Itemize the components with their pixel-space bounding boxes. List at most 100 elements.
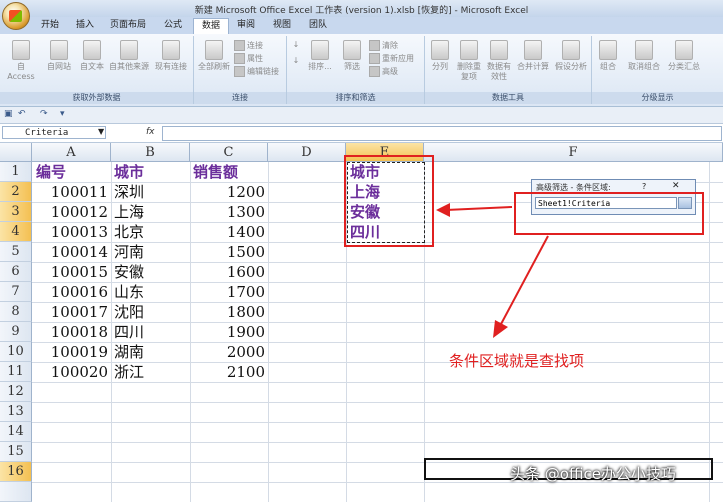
subtotal-button[interactable]: 分类汇总 [666, 40, 702, 72]
tab-data[interactable]: 数据 [193, 18, 229, 34]
select-all-corner[interactable] [0, 143, 32, 162]
row-header[interactable]: 2 [0, 182, 32, 202]
data-validation-button[interactable]: 数据有效性 [485, 40, 513, 82]
insert-function-icon[interactable]: fx [146, 127, 155, 137]
table-cell[interactable]: 1800 [193, 302, 265, 322]
from-web-button[interactable]: 自网站 [42, 40, 76, 72]
row-header[interactable]: 1 [0, 162, 32, 182]
advanced-filter-button[interactable]: 高级 [369, 66, 398, 77]
from-text-button[interactable]: 自文本 [76, 40, 108, 72]
row-header[interactable]: 3 [0, 202, 32, 222]
reapply-button[interactable]: 重新应用 [369, 53, 414, 64]
header-cell-id[interactable]: 编号 [36, 162, 108, 182]
tab-home[interactable]: 开始 [33, 18, 67, 33]
column-header-d[interactable]: D [268, 143, 346, 162]
undo-icon[interactable]: ↶ [18, 109, 26, 119]
ungroup-button[interactable]: 取消组合 [624, 40, 664, 72]
table-cell[interactable]: 100018 [36, 322, 108, 342]
table-cell[interactable]: 浙江 [114, 362, 186, 382]
name-box-dropdown-icon[interactable]: ▼ [98, 127, 104, 136]
help-icon[interactable]: ? [642, 182, 646, 191]
row-header[interactable]: 16 [0, 462, 32, 482]
row-header[interactable]: 15 [0, 442, 32, 462]
table-cell[interactable]: 1500 [193, 242, 265, 262]
from-other-sources-button[interactable]: 自其他来源 [108, 40, 150, 72]
group-connections: 全部刷新 连接 属性 编辑链接 连接 [194, 36, 287, 104]
table-cell[interactable]: 河南 [114, 242, 186, 262]
table-cell[interactable]: 1600 [193, 262, 265, 282]
column-header-a[interactable]: A [32, 143, 111, 162]
row-header[interactable]: 12 [0, 382, 32, 402]
table-cell[interactable]: 100017 [36, 302, 108, 322]
refresh-all-button[interactable]: 全部刷新 [196, 40, 232, 72]
redo-icon[interactable]: ↷ [40, 109, 48, 119]
existing-connections-button[interactable]: 现有连接 [152, 40, 190, 72]
table-cell[interactable]: 四川 [114, 322, 186, 342]
row-header[interactable]: 5 [0, 242, 32, 262]
filter-button[interactable]: 筛选 [339, 40, 365, 72]
row-header[interactable]: 10 [0, 342, 32, 362]
table-cell[interactable]: 北京 [114, 222, 186, 242]
tab-page-layout[interactable]: 页面布局 [103, 18, 153, 33]
close-icon[interactable]: ✕ [672, 181, 680, 191]
header-cell-city[interactable]: 城市 [114, 162, 186, 182]
tab-team[interactable]: 团队 [301, 18, 335, 33]
sort-button[interactable]: 排序... [305, 40, 335, 72]
table-cell[interactable]: 100012 [36, 202, 108, 222]
column-header-f[interactable]: F [424, 143, 723, 162]
tab-formulas[interactable]: 公式 [155, 18, 191, 33]
table-cell[interactable]: 100020 [36, 362, 108, 382]
table-cell[interactable]: 2000 [193, 342, 265, 362]
row-header[interactable]: 4 [0, 222, 32, 242]
table-cell[interactable]: 山东 [114, 282, 186, 302]
column-header-c[interactable]: C [190, 143, 268, 162]
table-cell[interactable]: 上海 [114, 202, 186, 222]
connections-button[interactable]: 连接 [234, 40, 263, 51]
office-button-icon[interactable] [2, 2, 30, 30]
table-cell[interactable]: 1900 [193, 322, 265, 342]
row-header[interactable] [0, 482, 32, 502]
name-box[interactable]: Criteria [2, 126, 106, 139]
row-header[interactable]: 6 [0, 262, 32, 282]
row-header[interactable]: 14 [0, 422, 32, 442]
what-if-button[interactable]: 假设分析 [553, 40, 589, 72]
formula-input[interactable] [162, 126, 722, 141]
table-cell[interactable]: 100013 [36, 222, 108, 242]
row-header[interactable]: 11 [0, 362, 32, 382]
table-cell[interactable]: 湖南 [114, 342, 186, 362]
edit-links-button[interactable]: 编辑链接 [234, 66, 279, 77]
table-cell[interactable]: 2100 [193, 362, 265, 382]
table-cell[interactable]: 安徽 [114, 262, 186, 282]
from-access-button[interactable]: 自 Access [3, 40, 39, 82]
tab-view[interactable]: 视图 [265, 18, 299, 33]
row-header[interactable]: 13 [0, 402, 32, 422]
column-header-b[interactable]: B [111, 143, 190, 162]
table-cell[interactable]: 100015 [36, 262, 108, 282]
table-cell[interactable]: 100019 [36, 342, 108, 362]
table-cell[interactable]: 沈阳 [114, 302, 186, 322]
table-cell[interactable]: 深圳 [114, 182, 186, 202]
text-to-columns-button[interactable]: 分列 [427, 40, 453, 72]
tab-review[interactable]: 审阅 [229, 18, 263, 33]
row-header[interactable]: 9 [0, 322, 32, 342]
table-cell[interactable]: 1200 [193, 182, 265, 202]
sort-desc-icon[interactable]: ↓ [289, 56, 303, 66]
sort-asc-icon[interactable]: ↓ [289, 40, 303, 50]
table-cell[interactable]: 100016 [36, 282, 108, 302]
table-cell[interactable]: 1300 [193, 202, 265, 222]
row-header[interactable]: 7 [0, 282, 32, 302]
table-cell[interactable]: 1400 [193, 222, 265, 242]
remove-duplicates-button[interactable]: 删除重复项 [455, 40, 483, 82]
save-icon[interactable]: ▣ [4, 109, 13, 119]
tab-insert[interactable]: 插入 [68, 18, 102, 33]
consolidate-button[interactable]: 合并计算 [515, 40, 551, 72]
table-cell[interactable]: 100011 [36, 182, 108, 202]
table-cell[interactable]: 100014 [36, 242, 108, 262]
clear-button[interactable]: 清除 [369, 40, 398, 51]
customize-qat-icon[interactable]: ▾ [60, 109, 65, 119]
table-cell[interactable]: 1700 [193, 282, 265, 302]
header-cell-sales[interactable]: 销售额 [193, 162, 265, 182]
group-button[interactable]: 组合 [594, 40, 622, 72]
row-header[interactable]: 8 [0, 302, 32, 322]
properties-button[interactable]: 属性 [234, 53, 263, 64]
